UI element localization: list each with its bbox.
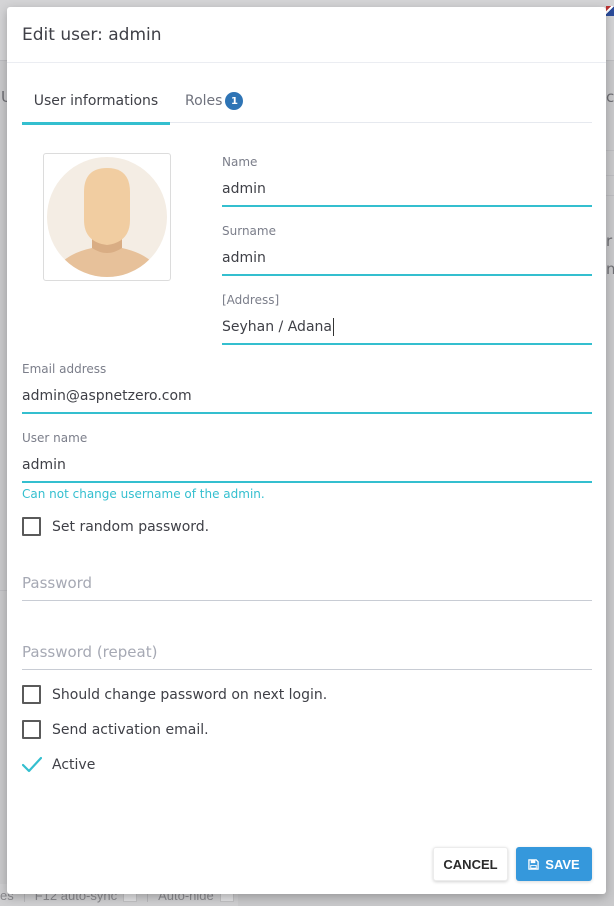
email-label: Email address <box>22 362 107 376</box>
text-cursor <box>332 318 334 336</box>
address-value: Seyhan / Adana <box>222 319 332 335</box>
name-field: Name <box>222 155 592 207</box>
checkbox-label: Send activation email. <box>52 721 209 738</box>
user-silhouette-icon <box>47 157 167 277</box>
background-divider <box>606 150 614 151</box>
address-field: [Address] Seyhan / Adana <box>222 293 592 345</box>
modal-title: Edit user: admin <box>22 24 162 45</box>
tab-label: User informations <box>33 93 159 109</box>
profile-picture <box>43 153 171 281</box>
tab-user-informations[interactable]: User informations <box>22 79 170 125</box>
password-underline <box>22 600 592 601</box>
checkbox-box[interactable] <box>22 517 41 536</box>
checkbox-label: Active <box>52 757 96 773</box>
password-input[interactable] <box>22 572 592 596</box>
active-checkbox[interactable]: Active <box>22 755 95 775</box>
tab-roles[interactable]: Roles 1 <box>185 79 244 123</box>
email-field: Email address <box>22 362 592 414</box>
background-text-fragment: c <box>606 88 614 106</box>
surname-field: Surname <box>222 224 592 276</box>
username-underline <box>22 481 592 483</box>
background-text-fragment: r <box>606 232 613 250</box>
floppy-disk-icon <box>528 858 540 870</box>
username-label: User name <box>22 431 88 445</box>
checkbox-label: Should change password on next login. <box>52 686 328 703</box>
email-input[interactable] <box>22 384 592 408</box>
password-repeat-input[interactable] <box>22 641 592 665</box>
checkbox-box[interactable] <box>22 720 41 739</box>
edit-user-modal: Edit user: admin User informations Roles… <box>7 7 606 894</box>
name-underline <box>222 205 592 207</box>
save-button[interactable]: SAVE <box>516 847 592 881</box>
checkmark-icon[interactable] <box>22 755 42 775</box>
roles-count-badge: 1 <box>225 92 244 110</box>
surname-input[interactable] <box>222 246 592 270</box>
address-label: [Address] <box>222 293 280 307</box>
checkbox-box[interactable] <box>22 685 41 704</box>
name-label: Name <box>222 155 258 169</box>
background-divider <box>606 195 614 196</box>
username-field: User name <box>22 431 592 483</box>
save-label: SAVE <box>545 856 580 872</box>
tab-label: Roles <box>185 93 223 109</box>
checkbox-label: Set random password. <box>52 518 210 535</box>
modal-header: Edit user: admin <box>7 7 606 63</box>
language-flag-icon[interactable] <box>606 6 614 16</box>
address-input[interactable]: Seyhan / Adana <box>222 315 592 339</box>
surname-underline <box>222 274 592 276</box>
background-divider <box>606 175 614 176</box>
cancel-label: CANCEL <box>443 856 498 872</box>
activation-email-checkbox[interactable]: Send activation email. <box>22 720 209 739</box>
surname-label: Surname <box>222 224 276 238</box>
email-underline <box>22 412 592 414</box>
random-password-checkbox[interactable]: Set random password. <box>22 517 209 536</box>
cancel-button[interactable]: CANCEL <box>433 847 508 881</box>
password-repeat-underline <box>22 669 592 670</box>
change-password-checkbox[interactable]: Should change password on next login. <box>22 685 327 704</box>
username-input[interactable] <box>22 453 592 477</box>
address-underline <box>222 343 592 345</box>
background-text-fragment: n <box>606 260 614 278</box>
name-input[interactable] <box>222 177 592 201</box>
password-field <box>22 572 592 601</box>
password-repeat-field <box>22 641 592 670</box>
tab-bar: User informations Roles 1 <box>22 79 592 125</box>
username-hint: Can not change username of the admin. <box>22 487 265 501</box>
